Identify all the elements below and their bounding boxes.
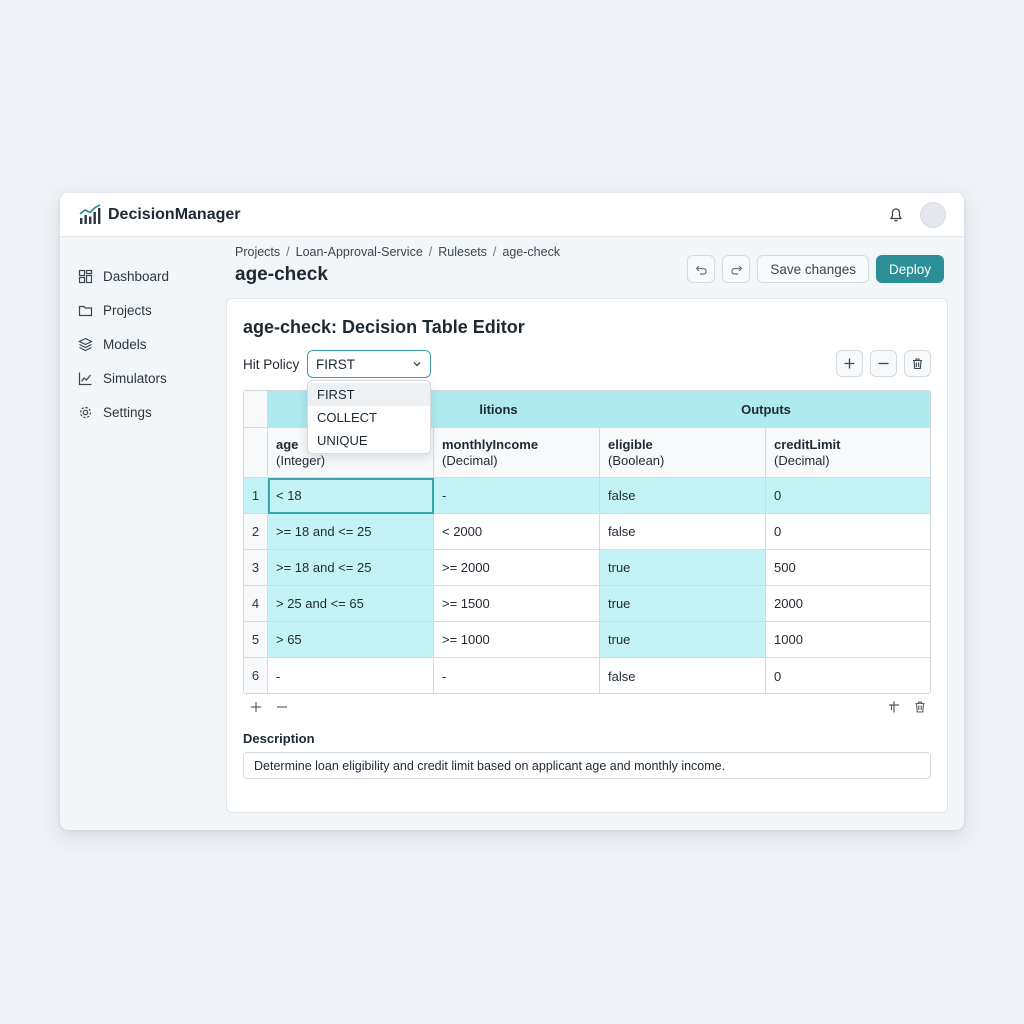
cell-credit-limit[interactable]: 0 [766,658,930,693]
cell-age[interactable]: >= 18 and <= 25 [268,514,434,550]
column-header-credit-limit[interactable]: creditLimit (Decimal) [766,428,930,478]
sidebar-item-models[interactable]: Models [60,327,225,361]
cell-monthly-income[interactable]: >= 1500 [434,586,600,622]
sidebar-item-label: Simulators [103,370,167,386]
breadcrumb-projects[interactable]: Projects [235,245,280,259]
undo-icon [695,265,707,275]
conditions-group-label: litions [479,401,518,417]
folder-icon [78,305,93,316]
cell-monthly-income[interactable]: - [434,658,600,693]
row-number[interactable]: 5 [244,622,268,658]
cell-credit-limit[interactable]: 1000 [766,622,930,658]
hit-policy-option-collect[interactable]: COLLECT [308,406,430,429]
split-column-icon[interactable] [887,700,901,714]
row-number[interactable]: 4 [244,586,268,622]
breadcrumb-service[interactable]: Loan-Approval-Service [296,245,423,259]
cell-age[interactable]: < 18 [268,478,434,514]
grid-icon [78,269,93,283]
user-avatar[interactable] [920,201,946,228]
cell-credit-limit[interactable]: 500 [766,550,930,586]
hit-policy-select[interactable]: FIRST [307,350,431,378]
decision-table-card: age-check: Decision Table Editor Hit Pol… [226,298,948,813]
cell-monthly-income[interactable]: >= 1000 [434,622,600,658]
cell-credit-limit[interactable]: 0 [766,478,930,514]
cell-eligible[interactable]: true [600,622,766,658]
breadcrumb-rulesets[interactable]: Rulesets [438,245,487,259]
column-header-monthly-income[interactable]: monthlyIncome (Decimal) [434,428,600,478]
cell-age[interactable]: - [268,658,434,693]
remove-column-button[interactable] [870,350,897,377]
gear-icon [79,406,92,418]
outputs-group-label: Outputs [741,401,791,417]
cell-age[interactable]: > 25 and <= 65 [268,586,434,622]
hit-policy-value: FIRST [316,356,355,372]
sidebar-item-projects[interactable]: Projects [60,293,225,327]
undo-button[interactable] [687,255,716,283]
description-input[interactable]: Determine loan eligibility and credit li… [243,752,931,779]
cell-monthly-income[interactable]: < 2000 [434,514,600,550]
minus-icon [878,362,889,365]
app-window: DecisionManager Dashboard Projects Model… [60,193,964,830]
save-changes-button[interactable]: Save changes [757,255,869,283]
delete-table-button[interactable] [904,350,931,377]
layers-icon [78,337,93,351]
deploy-button[interactable]: Deploy [875,255,944,283]
sidebar-item-settings[interactable]: Settings [60,395,225,429]
brand-name: DecisionManager [108,205,241,223]
breadcrumb-current: age-check [502,245,561,259]
cell-credit-limit[interactable]: 2000 [766,586,930,622]
logo-chart-icon [79,203,101,224]
cell-eligible[interactable]: false [600,514,766,550]
editor-title: age-check: Decision Table Editor [243,317,525,337]
cell-eligible[interactable]: true [600,586,766,622]
cell-age[interactable]: >= 18 and <= 25 [268,550,434,586]
sidebar-item-label: Models [103,336,147,352]
column-header-eligible[interactable]: eligible (Boolean) [600,428,766,478]
add-row-plus-icon[interactable] [249,700,263,714]
cell-eligible[interactable]: true [600,550,766,586]
remove-row-minus-icon[interactable] [275,700,289,714]
hit-policy-dropdown: FIRST COLLECT UNIQUE [307,380,431,454]
hit-policy-option-first[interactable]: FIRST [308,383,430,406]
row-number[interactable]: 2 [244,514,268,550]
delete-row-trash-icon[interactable] [913,700,927,714]
cell-eligible[interactable]: false [600,478,766,514]
cell-credit-limit[interactable]: 0 [766,514,930,550]
sidebar-item-label: Projects [103,302,152,318]
sidebar: Dashboard Projects Models Simulators Set… [60,237,225,830]
redo-button[interactable] [722,255,751,283]
corner-cell [244,391,268,428]
description-label: Description [243,731,315,746]
trash-icon [913,358,922,370]
cell-age[interactable]: > 65 [268,622,434,658]
cell-eligible[interactable]: false [600,658,766,693]
sidebar-item-simulators[interactable]: Simulators [60,361,225,395]
sidebar-item-label: Dashboard [103,268,170,284]
redo-icon [731,265,743,275]
notifications-bell-icon[interactable] [888,207,904,223]
cell-monthly-income[interactable]: - [434,478,600,514]
top-bar: DecisionManager [60,193,964,237]
add-column-button[interactable] [836,350,863,377]
chevron-down-icon [413,362,421,367]
chart-icon [78,372,92,385]
content-header: Projects / Loan-Approval-Service / Ruleset… [235,245,944,295]
hit-policy-option-unique[interactable]: UNIQUE [308,429,430,452]
plus-icon [844,358,855,369]
row-number[interactable]: 6 [244,658,268,693]
brand[interactable]: DecisionManager [78,203,241,226]
sidebar-item-label: Settings [103,404,152,420]
row-number[interactable]: 3 [244,550,268,586]
corner-cell-lower [244,428,268,478]
hit-policy-label: Hit Policy [243,357,300,372]
cell-monthly-income[interactable]: >= 2000 [434,550,600,586]
outputs-group-header: Outputs [600,391,930,428]
row-number[interactable]: 1 [244,478,268,514]
sidebar-item-dashboard[interactable]: Dashboard [60,259,225,293]
